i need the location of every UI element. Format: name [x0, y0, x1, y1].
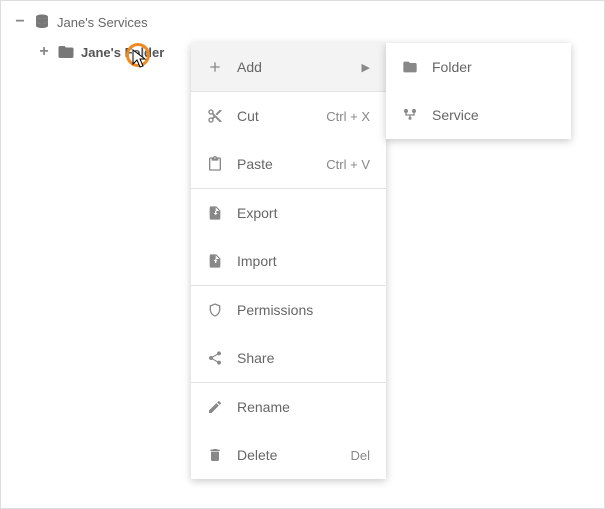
menu-item-import[interactable]: Import	[191, 237, 386, 285]
tree-view: − Jane's Services + Jane's Folder	[13, 11, 164, 63]
menu-item-label: Share	[237, 350, 370, 366]
import-icon	[207, 253, 223, 269]
context-menu: Add ▶ Cut Ctrl + X Paste Ctrl + V Export	[191, 43, 386, 479]
menu-item-shortcut: Ctrl + V	[326, 157, 370, 172]
menu-item-paste[interactable]: Paste Ctrl + V	[191, 140, 386, 188]
menu-item-label: Delete	[237, 447, 336, 463]
submenu-item-folder[interactable]: Folder	[386, 43, 571, 91]
menu-item-shortcut: Del	[350, 448, 370, 463]
menu-item-label: Cut	[237, 108, 312, 124]
plus-icon	[207, 59, 223, 75]
tree-node-root[interactable]: − Jane's Services	[13, 11, 164, 33]
menu-item-add[interactable]: Add ▶	[191, 43, 386, 91]
expand-icon[interactable]: +	[37, 45, 51, 59]
menu-item-label: Add	[237, 59, 348, 75]
menu-item-cut[interactable]: Cut Ctrl + X	[191, 92, 386, 140]
menu-item-export[interactable]: Export	[191, 189, 386, 237]
collapse-icon[interactable]: −	[13, 15, 27, 29]
menu-item-permissions[interactable]: Permissions	[191, 286, 386, 334]
cut-icon	[207, 108, 223, 124]
app-window: − Jane's Services + Jane's Folder Add ▶	[0, 0, 605, 509]
folder-icon	[402, 59, 418, 75]
menu-item-label: Paste	[237, 156, 312, 172]
menu-item-label: Import	[237, 253, 370, 269]
delete-icon	[207, 447, 223, 463]
menu-item-shortcut: Ctrl + X	[326, 109, 370, 124]
share-icon	[207, 350, 223, 366]
paste-icon	[207, 156, 223, 172]
menu-item-delete[interactable]: Delete Del	[191, 431, 386, 479]
context-submenu: Folder Service	[386, 43, 571, 139]
tree-node-label: Jane's Services	[57, 15, 148, 30]
submenu-item-service[interactable]: Service	[386, 91, 571, 139]
menu-item-label: Service	[432, 107, 555, 123]
service-icon	[402, 107, 418, 123]
database-icon	[33, 13, 51, 31]
chevron-right-icon: ▶	[362, 61, 370, 74]
folder-icon	[57, 43, 75, 61]
menu-item-label: Permissions	[237, 302, 370, 318]
menu-item-share[interactable]: Share	[191, 334, 386, 382]
shield-icon	[207, 302, 223, 318]
menu-item-rename[interactable]: Rename	[191, 383, 386, 431]
tree-node-label: Jane's Folder	[81, 45, 164, 60]
export-icon	[207, 205, 223, 221]
menu-item-label: Export	[237, 205, 370, 221]
tree-node-folder[interactable]: + Jane's Folder	[37, 41, 164, 63]
menu-item-label: Rename	[237, 399, 370, 415]
rename-icon	[207, 399, 223, 415]
menu-item-label: Folder	[432, 59, 555, 75]
